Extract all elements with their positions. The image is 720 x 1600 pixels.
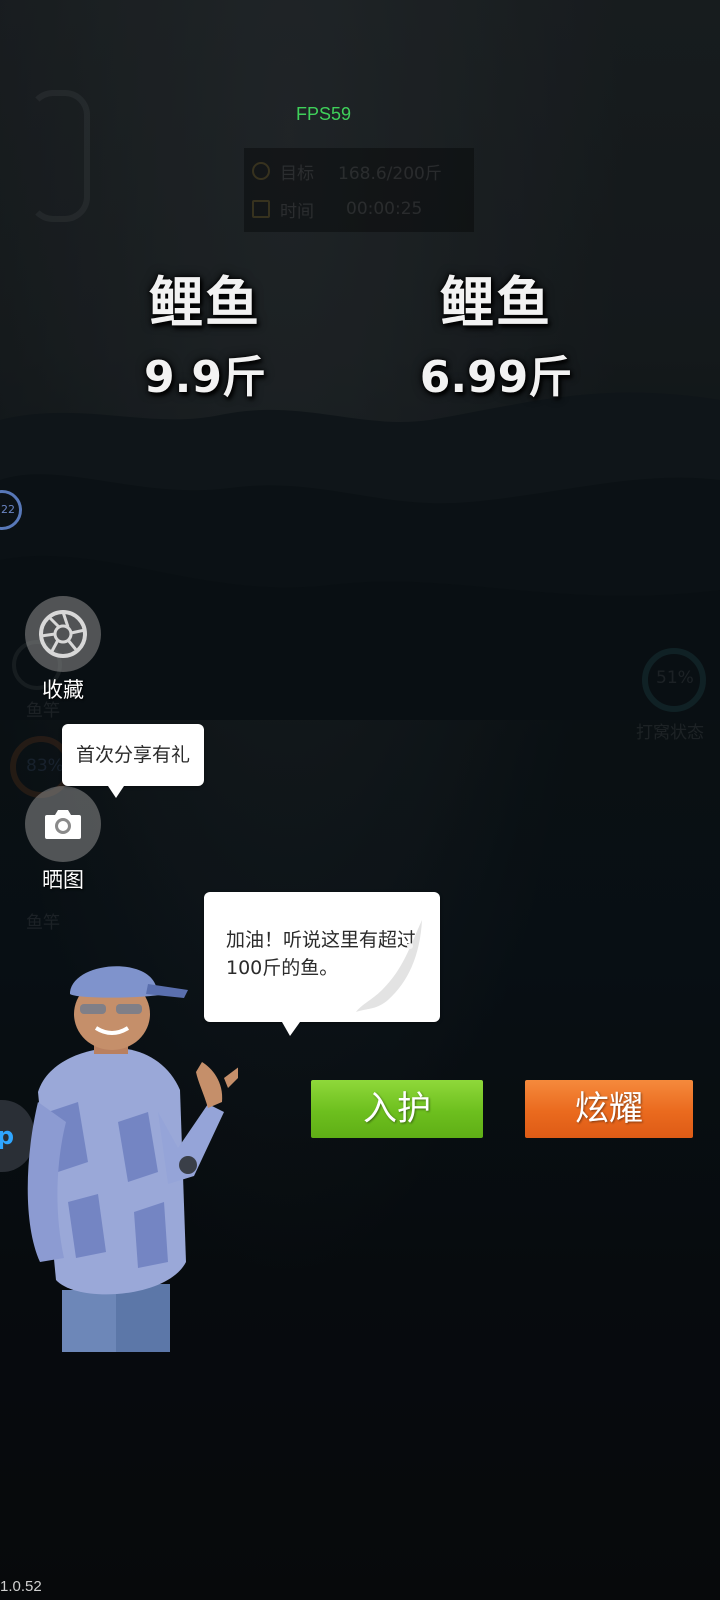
ink-fish-decoration (356, 920, 422, 1012)
catch-result-2: 鲤鱼 6.99斤 (396, 258, 596, 405)
keep-net-button[interactable]: 入护 (311, 1080, 483, 1138)
time-value: 00:00:25 (346, 199, 423, 219)
rod-label-2: 鱼竿 (26, 913, 60, 933)
collect-button[interactable]: 收藏 (25, 596, 101, 704)
fish-weight: 6.99斤 (419, 352, 573, 403)
target-label: 目标 (280, 163, 314, 184)
time-label: 时间 (280, 201, 314, 222)
fish-name: 鲤鱼 (149, 271, 261, 334)
share-tip-text: 首次分享有礼 (75, 744, 190, 766)
faded-back-arrow (28, 90, 90, 222)
fish-weight: 9.9斤 (144, 352, 266, 403)
collect-circle[interactable] (25, 596, 101, 672)
tension-percent: 83% (26, 756, 64, 776)
host-speech-bubble: 加油！听说这里有超过100斤的鱼。 (204, 892, 440, 1036)
screenshot-label: 晒图 (42, 868, 84, 892)
version-label: 1.0.52 (0, 1578, 42, 1595)
hourglass-icon (252, 200, 270, 218)
goal-panel: 目标 168.6/200斤 时间 00:00:25 (244, 148, 474, 232)
target-row: 目标 168.6/200斤 (252, 156, 442, 186)
screenshot-button[interactable]: 晒图 (25, 786, 101, 894)
tooltip-tail (108, 786, 124, 798)
speech-tail (282, 1022, 300, 1036)
show-off-button[interactable]: 炫耀 (525, 1080, 693, 1138)
screenshot-circle[interactable] (25, 786, 101, 862)
share-reward-tooltip: 首次分享有礼 (62, 724, 204, 798)
collect-label: 收藏 (42, 678, 84, 702)
bait-status-label: 打窝状态 (636, 723, 704, 743)
time-row: 时间 00:00:25 (252, 194, 422, 224)
target-icon (252, 162, 270, 180)
catch-result-1: 鲤鱼 9.9斤 (110, 258, 300, 405)
fps-counter: FPS59 (296, 104, 352, 124)
camera-icon (45, 810, 81, 839)
fish-name: 鲤鱼 (440, 271, 552, 334)
bait-percent: 51% (656, 668, 694, 688)
target-value: 168.6/200斤 (338, 163, 442, 184)
host-character-image (27, 966, 238, 1352)
aperture-icon (39, 610, 87, 658)
